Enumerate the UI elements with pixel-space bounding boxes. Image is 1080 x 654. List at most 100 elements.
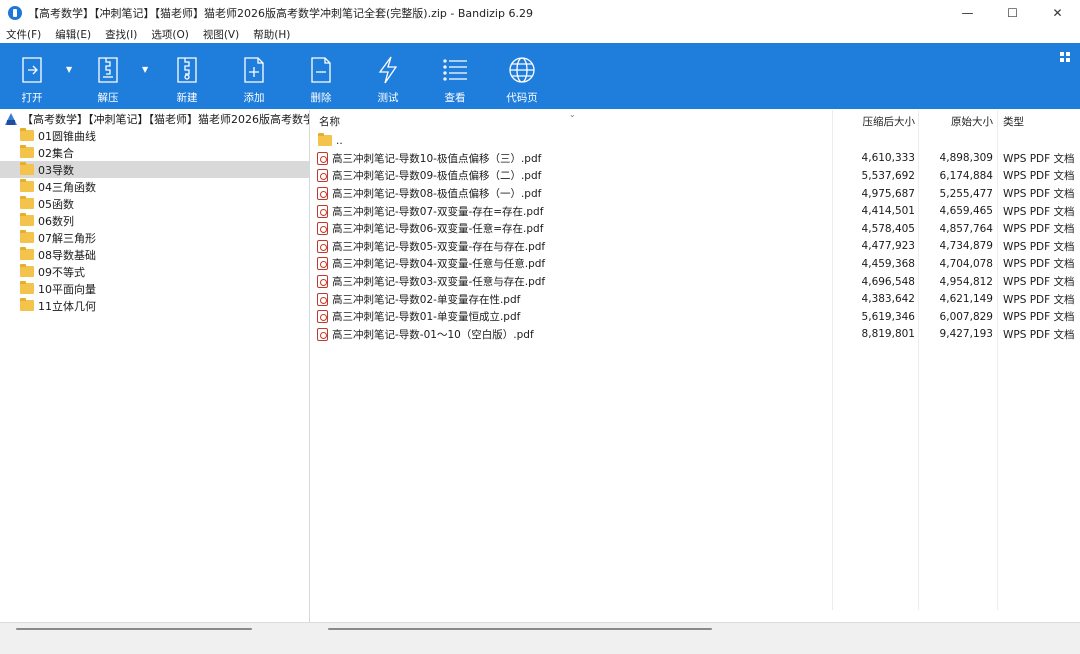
packed-size: 5,537,692 [861,169,915,182]
folder-tree[interactable]: 【高考数学】【冲刺笔记】【猫老师】猫老师2026版高考数学冲刺 01圆锥曲线 0… [0,110,310,622]
open-dropdown-arrow-icon[interactable]: ▼ [66,65,72,74]
test-button[interactable]: 测试 [370,43,406,109]
file-name: 高三冲刺笔记-导数05-双变量-存在与存在.pdf [332,240,546,253]
tree-item-label: 03导数 [38,163,74,177]
toolbar: 打开 ▼ 解压 ▼ 新建 添加 删除 测试 查看 代码页 [0,43,1080,109]
tree-item-03-selected[interactable]: 03导数 [0,161,309,178]
menu-view[interactable]: 视图(V) [203,27,239,42]
table-row[interactable]: 高三冲刺笔记-导数02-单变量存在性.pdf 4,383,642 4,621,1… [313,290,1080,308]
folder-icon [318,133,332,147]
list-horizontal-scrollbar[interactable] [328,628,712,630]
table-row[interactable]: 高三冲刺笔记-导数05-双变量-存在与存在.pdf 4,477,923 4,73… [313,238,1080,256]
column-header-name[interactable]: 名称 [319,110,340,132]
folder-icon [20,247,34,260]
pdf-file-icon [317,292,328,306]
tree-item-08[interactable]: 08导数基础 [0,246,309,263]
file-name: 高三冲刺笔记-导数04-双变量-任意与任意.pdf [332,258,546,271]
folder-icon [20,162,34,175]
original-size: 4,659,465 [939,205,993,218]
packed-size: 4,975,687 [861,187,915,200]
add-button[interactable]: 添加 [236,43,272,109]
table-row[interactable]: 高三冲刺笔记-导数10-极值点偏移（三）.pdf 4,610,333 4,898… [313,150,1080,168]
folder-icon [20,128,34,141]
menu-file[interactable]: 文件(F) [6,27,41,42]
pdf-file-icon [317,169,328,183]
close-button[interactable]: ✕ [1035,0,1080,26]
table-row[interactable]: 高三冲刺笔记-导数06-双变量-任意=存在.pdf 4,578,405 4,85… [313,220,1080,238]
file-name: 高三冲刺笔记-导数06-双变量-任意=存在.pdf [332,223,544,236]
maximize-button[interactable]: ☐ [990,0,1035,26]
table-row[interactable]: 高三冲刺笔记-导数07-双变量-存在=存在.pdf 4,414,501 4,65… [313,202,1080,220]
delete-button[interactable]: 删除 [303,43,339,109]
tree-item-02[interactable]: 02集合 [0,144,309,161]
sort-chevron-down-icon: ⌄ [569,110,576,119]
column-header-packed-size[interactable]: 压缩后大小 [833,110,916,132]
menu-find[interactable]: 查找(I) [105,27,137,42]
folder-icon [20,213,34,226]
file-type: WPS PDF 文档 [1003,328,1075,341]
table-row[interactable]: 高三冲刺笔记-导数03-双变量-任意与存在.pdf 4,696,548 4,95… [313,273,1080,291]
new-archive-button[interactable]: 新建 [169,43,205,109]
open-icon [15,53,49,87]
table-row[interactable]: 高三冲刺笔记-导数-01～10（空白版）.pdf 8,819,801 9,427… [313,326,1080,344]
tree-item-10[interactable]: 10平面向量 [0,280,309,297]
status-bar [0,622,1080,654]
tree-item-05[interactable]: 05函数 [0,195,309,212]
table-row[interactable]: 高三冲刺笔记-导数09-极值点偏移（二）.pdf 5,537,692 6,174… [313,167,1080,185]
menu-help[interactable]: 帮助(H) [253,27,290,42]
tree-item-09[interactable]: 09不等式 [0,263,309,280]
menu-options[interactable]: 选项(O) [151,27,188,42]
list-row-parent-folder[interactable]: .. [313,132,1080,150]
packed-size: 4,696,548 [861,275,915,288]
pdf-file-icon [317,310,328,324]
original-size: 9,427,193 [939,328,993,341]
delete-label: 删除 [310,92,332,104]
packed-size: 4,477,923 [861,240,915,253]
pdf-file-icon [317,187,328,201]
add-label: 添加 [243,92,265,104]
view-button[interactable]: 查看 [437,43,473,109]
column-header-type[interactable]: 类型 [1003,110,1024,132]
original-size: 4,857,764 [939,222,993,235]
tree-item-01[interactable]: 01圆锥曲线 [0,127,309,144]
layout-grid-icon[interactable] [1060,52,1070,65]
extract-button[interactable]: 解压 [90,43,126,109]
tree-item-04[interactable]: 04三角函数 [0,178,309,195]
table-row[interactable]: 高三冲刺笔记-导数01-单变量恒成立.pdf 5,619,346 6,007,8… [313,308,1080,326]
file-type: WPS PDF 文档 [1003,170,1075,183]
bandizip-app-icon [8,6,22,20]
table-row[interactable]: 高三冲刺笔记-导数08-极值点偏移（一）.pdf 4,975,687 5,255… [313,185,1080,203]
pdf-file-icon [317,151,328,165]
view-list-icon [438,53,472,87]
tree-item-11[interactable]: 11立体几何 [0,297,309,314]
column-header-original-size[interactable]: 原始大小 [923,110,993,132]
folder-icon [20,264,34,277]
open-button[interactable]: 打开 [14,43,50,109]
original-size: 6,174,884 [939,169,993,182]
tree-horizontal-scrollbar[interactable] [16,628,252,630]
extract-icon [91,53,125,87]
file-list[interactable]: 名称 ⌄ 压缩后大小 原始大小 类型 .. 高三冲刺笔记-导数10-极值点偏移（… [313,110,1080,622]
codepage-label: 代码页 [506,92,538,104]
window-controls: — ☐ ✕ [945,0,1080,26]
file-type: WPS PDF 文档 [1003,188,1075,201]
table-row[interactable]: 高三冲刺笔记-导数04-双变量-任意与任意.pdf 4,459,368 4,70… [313,255,1080,273]
tree-item-label: 07解三角形 [38,231,96,245]
zip-archive-icon [4,112,18,126]
file-name: 高三冲刺笔记-导数07-双变量-存在=存在.pdf [332,205,544,218]
tree-item-07[interactable]: 07解三角形 [0,229,309,246]
codepage-globe-icon [505,53,539,87]
minimize-button[interactable]: — [945,0,990,26]
tree-item-06[interactable]: 06数列 [0,212,309,229]
tree-root-archive[interactable]: 【高考数学】【冲刺笔记】【猫老师】猫老师2026版高考数学冲刺 [0,110,309,127]
file-name: 高三冲刺笔记-导数10-极值点偏移（三）.pdf [332,152,542,165]
packed-size: 4,414,501 [861,205,915,218]
menu-edit[interactable]: 编辑(E) [55,27,91,42]
codepage-button[interactable]: 代码页 [502,43,542,109]
open-label: 打开 [21,92,43,104]
file-type: WPS PDF 文档 [1003,276,1075,289]
original-size: 4,704,078 [939,257,993,270]
title-bar: 【高考数学】【冲刺笔记】【猫老师】猫老师2026版高考数学冲刺笔记全套(完整版)… [0,0,1080,26]
file-type: WPS PDF 文档 [1003,240,1075,253]
extract-dropdown-arrow-icon[interactable]: ▼ [142,65,148,74]
